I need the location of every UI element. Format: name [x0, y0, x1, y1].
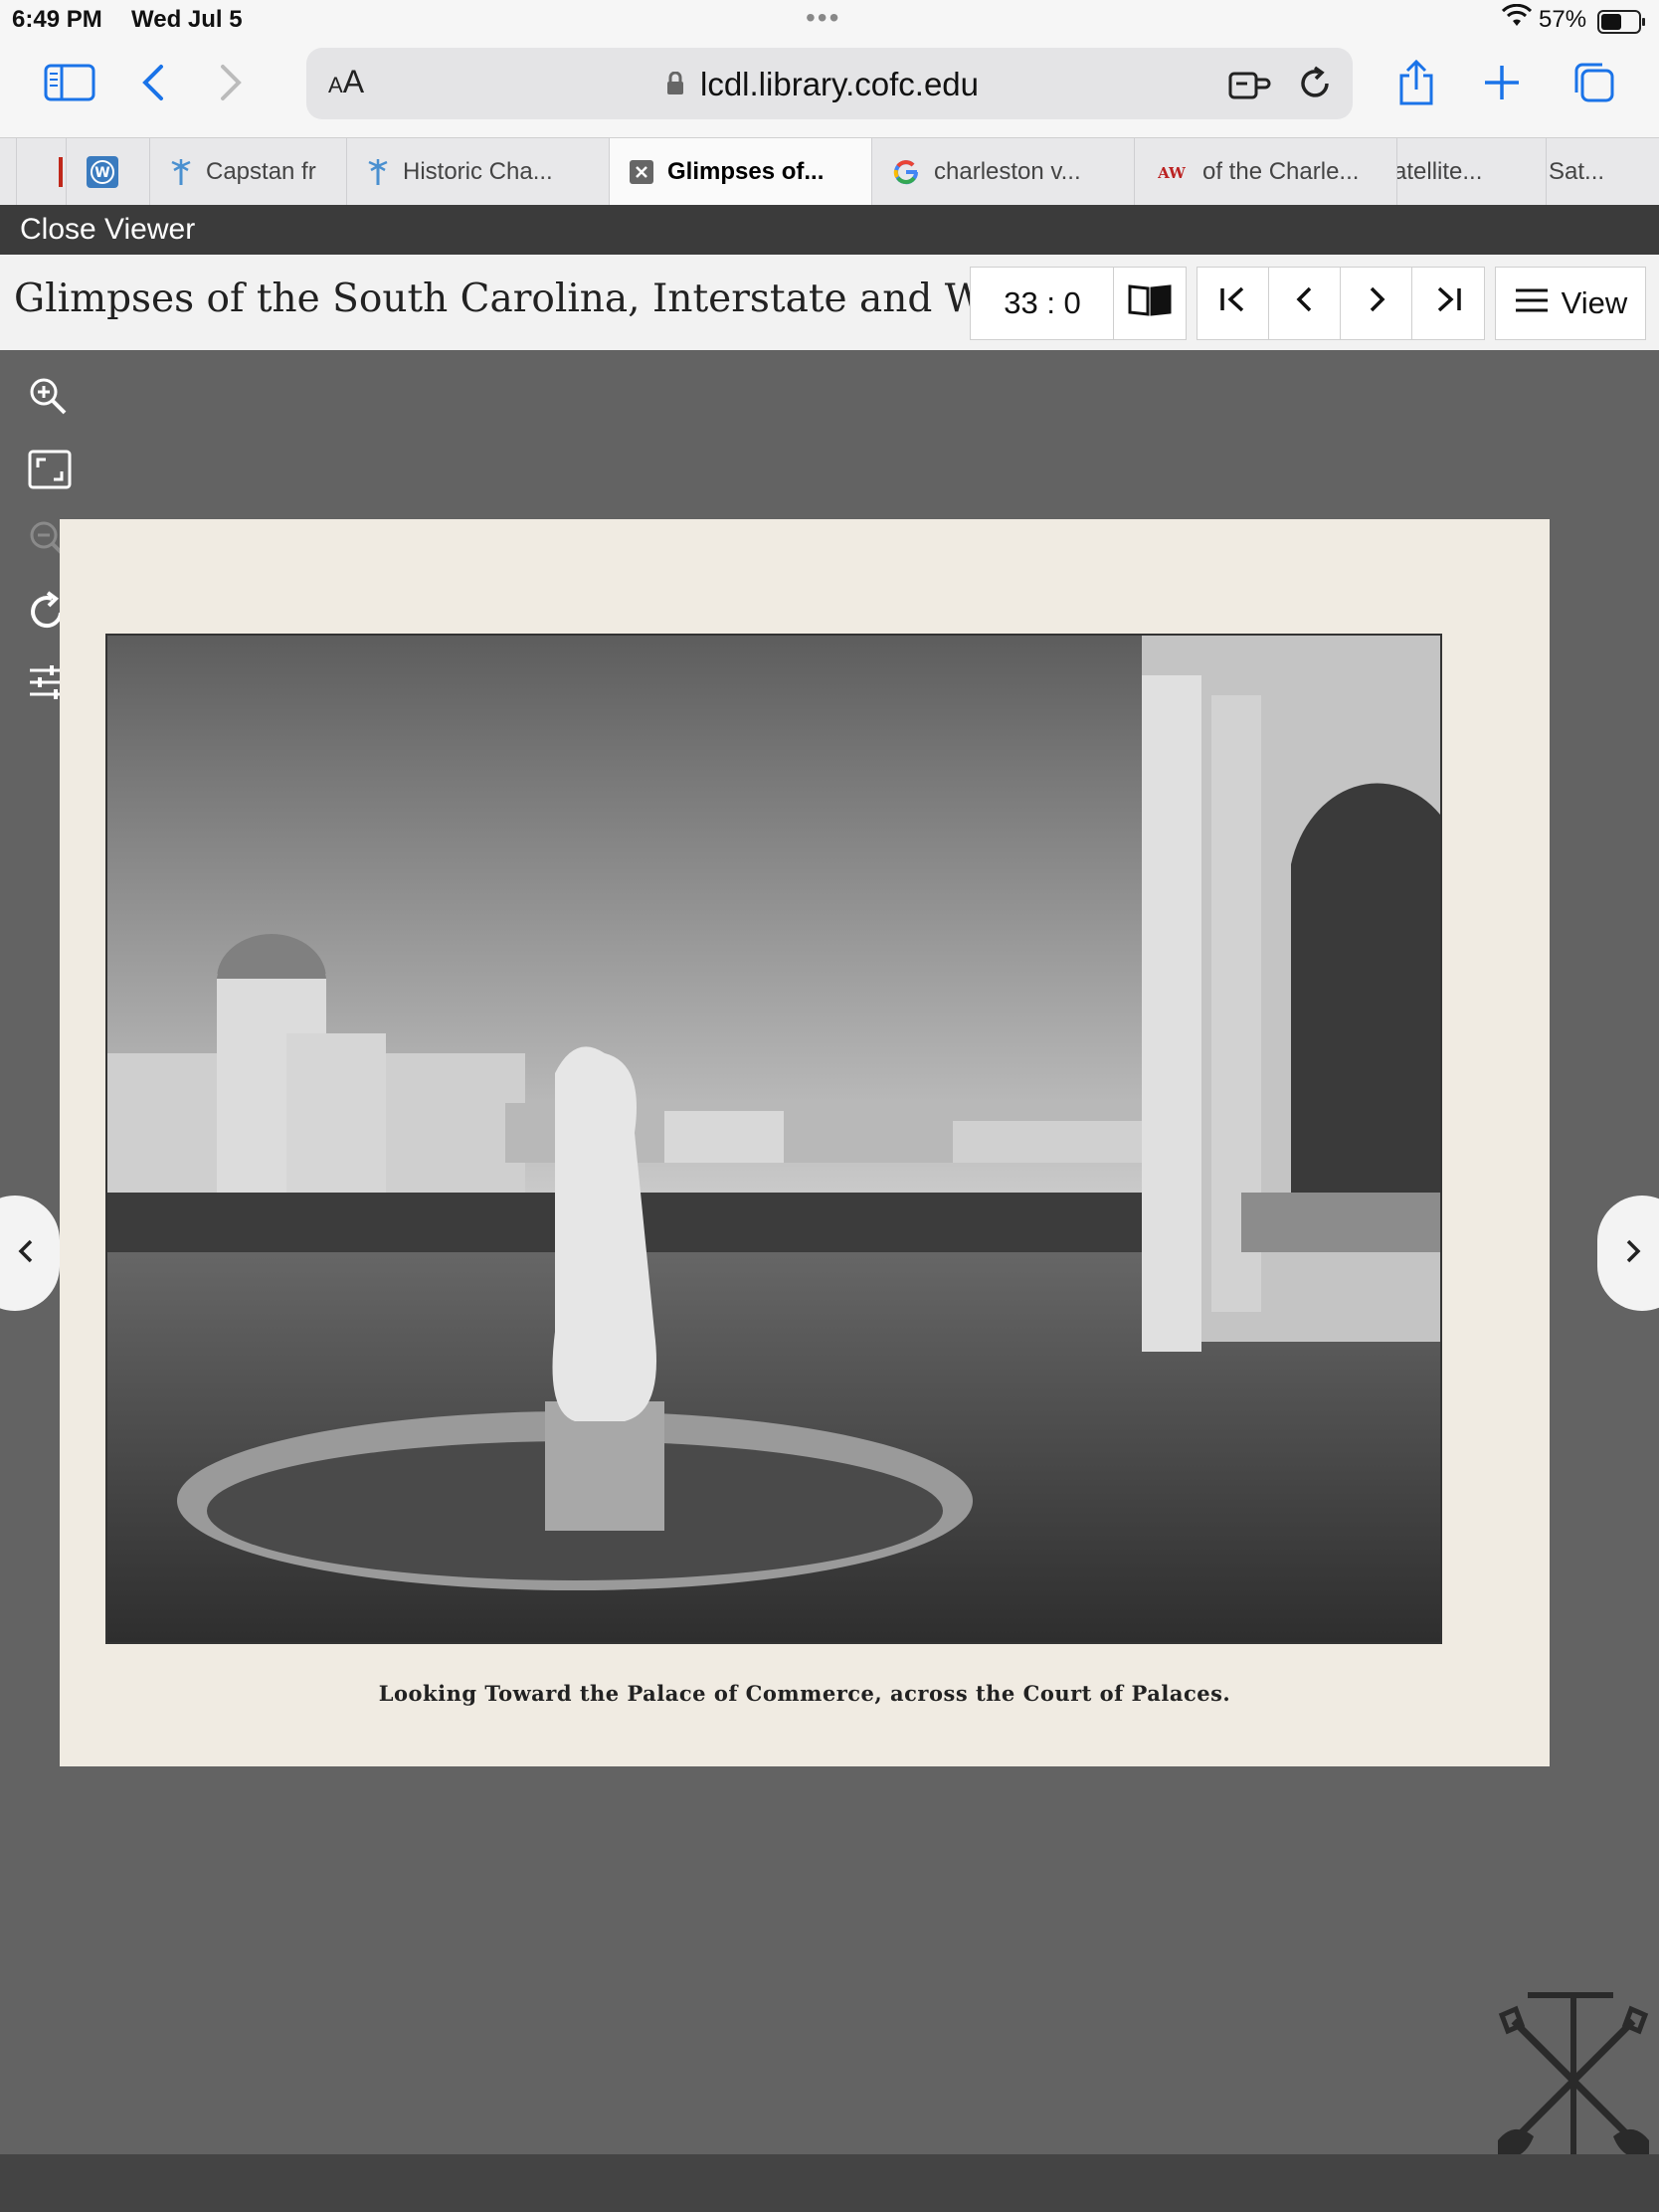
- multitasking-dots[interactable]: •••: [806, 2, 840, 34]
- tab-historic-charleston[interactable]: Historic Cha...: [346, 138, 610, 206]
- photo-caption: Looking Toward the Palace of Commerce, a…: [378, 1681, 1231, 1706]
- palmetto-icon: [170, 158, 192, 186]
- google-icon: [892, 158, 920, 186]
- close-viewer-button[interactable]: Close Viewer: [20, 213, 195, 247]
- plus-icon: [1482, 63, 1522, 107]
- tab-satellite-2[interactable]: Sat...: [1546, 138, 1659, 206]
- chevron-left-icon: [1295, 285, 1315, 321]
- fullscreen-icon: [28, 450, 72, 493]
- chevron-right-icon: [219, 63, 243, 107]
- last-page-button[interactable]: [1411, 267, 1485, 340]
- archive-site-icon: AW: [1155, 161, 1189, 183]
- view-menu-button[interactable]: View: [1495, 267, 1646, 340]
- address-bar[interactable]: AA lcdl.library.cofc.edu: [306, 48, 1353, 119]
- wordpress-icon: W: [87, 156, 118, 188]
- tab-label: charleston v...: [934, 158, 1081, 185]
- tab-capstan[interactable]: Capstan fr: [149, 138, 347, 206]
- zoom-in-button[interactable]: [28, 376, 68, 421]
- status-time: 6:49 PM: [12, 6, 102, 33]
- close-tab-icon[interactable]: [630, 160, 653, 184]
- zoom-in-icon: [28, 378, 68, 420]
- extension-icon[interactable]: [1227, 68, 1271, 106]
- tab-satellite[interactable]: atellite...: [1396, 138, 1547, 206]
- wifi-icon: [1501, 3, 1533, 35]
- page-counter[interactable]: 33 : 0: [970, 267, 1115, 340]
- battery-icon: [1597, 10, 1645, 34]
- previous-page-button[interactable]: [1268, 267, 1342, 340]
- tab-label: Capstan fr: [206, 158, 316, 185]
- view-label: View: [1561, 285, 1628, 320]
- last-page-icon: [1433, 285, 1463, 321]
- share-button[interactable]: [1388, 59, 1444, 110]
- battery-percent: 57%: [1539, 6, 1587, 33]
- tab-label: atellite...: [1396, 158, 1483, 185]
- svg-text:AW: AW: [1157, 164, 1187, 182]
- historic-photograph: [105, 634, 1442, 1644]
- tab-label: of the Charle...: [1202, 158, 1360, 185]
- tab-label: Historic Cha...: [403, 158, 553, 185]
- url-text: lcdl.library.cofc.edu: [700, 66, 980, 102]
- tab-charleston-archive[interactable]: AW of the Charle...: [1134, 138, 1397, 206]
- book-icon: [1127, 282, 1173, 324]
- shovels-logo-icon: [1494, 1991, 1653, 2175]
- tab-wordpress[interactable]: W: [66, 138, 150, 206]
- share-icon: [1395, 59, 1437, 110]
- reload-icon[interactable]: [1297, 66, 1333, 106]
- chevron-right-icon: [1625, 1238, 1641, 1269]
- viewer-title-bar: Glimpses of the South Carolina, Intersta…: [0, 255, 1659, 351]
- tab-glimpses-active[interactable]: Glimpses of...: [609, 138, 872, 206]
- tab-pinned[interactable]: [16, 138, 67, 206]
- next-page-arrow[interactable]: [1597, 1196, 1659, 1311]
- book-view-button[interactable]: [1113, 267, 1187, 340]
- next-page-button[interactable]: [1340, 267, 1413, 340]
- viewer-bottom-bar: [0, 2154, 1659, 2212]
- new-tab-button[interactable]: [1474, 60, 1530, 109]
- back-button[interactable]: [125, 60, 181, 109]
- status-bar: 6:49 PM Wed Jul 5 ••• 57%: [0, 0, 1659, 40]
- menu-icon: [1514, 285, 1550, 321]
- document-title: Glimpses of the South Carolina, Intersta…: [14, 276, 1061, 321]
- sidebar-icon: [44, 64, 95, 106]
- tabs-icon: [1570, 61, 1616, 109]
- browser-toolbar: AA lcdl.library.cofc.edu: [0, 40, 1659, 137]
- tab-strip: W Capstan fr Historic Cha... Glimpses of…: [0, 137, 1659, 206]
- fit-to-screen-button[interactable]: [28, 450, 72, 494]
- tab-label: Glimpses of...: [667, 158, 825, 185]
- reader-aa-button[interactable]: AA: [328, 64, 364, 100]
- svg-text:W: W: [94, 165, 109, 181]
- tabs-overview-button[interactable]: [1566, 60, 1621, 109]
- first-page-button[interactable]: [1197, 267, 1270, 340]
- palmetto-icon: [367, 158, 389, 186]
- sidebar-toggle-button[interactable]: [42, 60, 97, 109]
- tab-google-search[interactable]: charleston v...: [871, 138, 1135, 206]
- lock-icon: [666, 71, 684, 100]
- chevron-left-icon: [141, 63, 165, 107]
- viewer-close-bar: Close Viewer: [0, 205, 1659, 255]
- bookmark-icon: [59, 157, 63, 187]
- forward-button[interactable]: [203, 60, 259, 109]
- first-page-icon: [1218, 285, 1248, 321]
- chevron-right-icon: [1367, 285, 1386, 321]
- tab-label: Sat...: [1549, 158, 1605, 185]
- status-date: Wed Jul 5: [131, 6, 243, 33]
- chevron-left-icon: [18, 1238, 34, 1269]
